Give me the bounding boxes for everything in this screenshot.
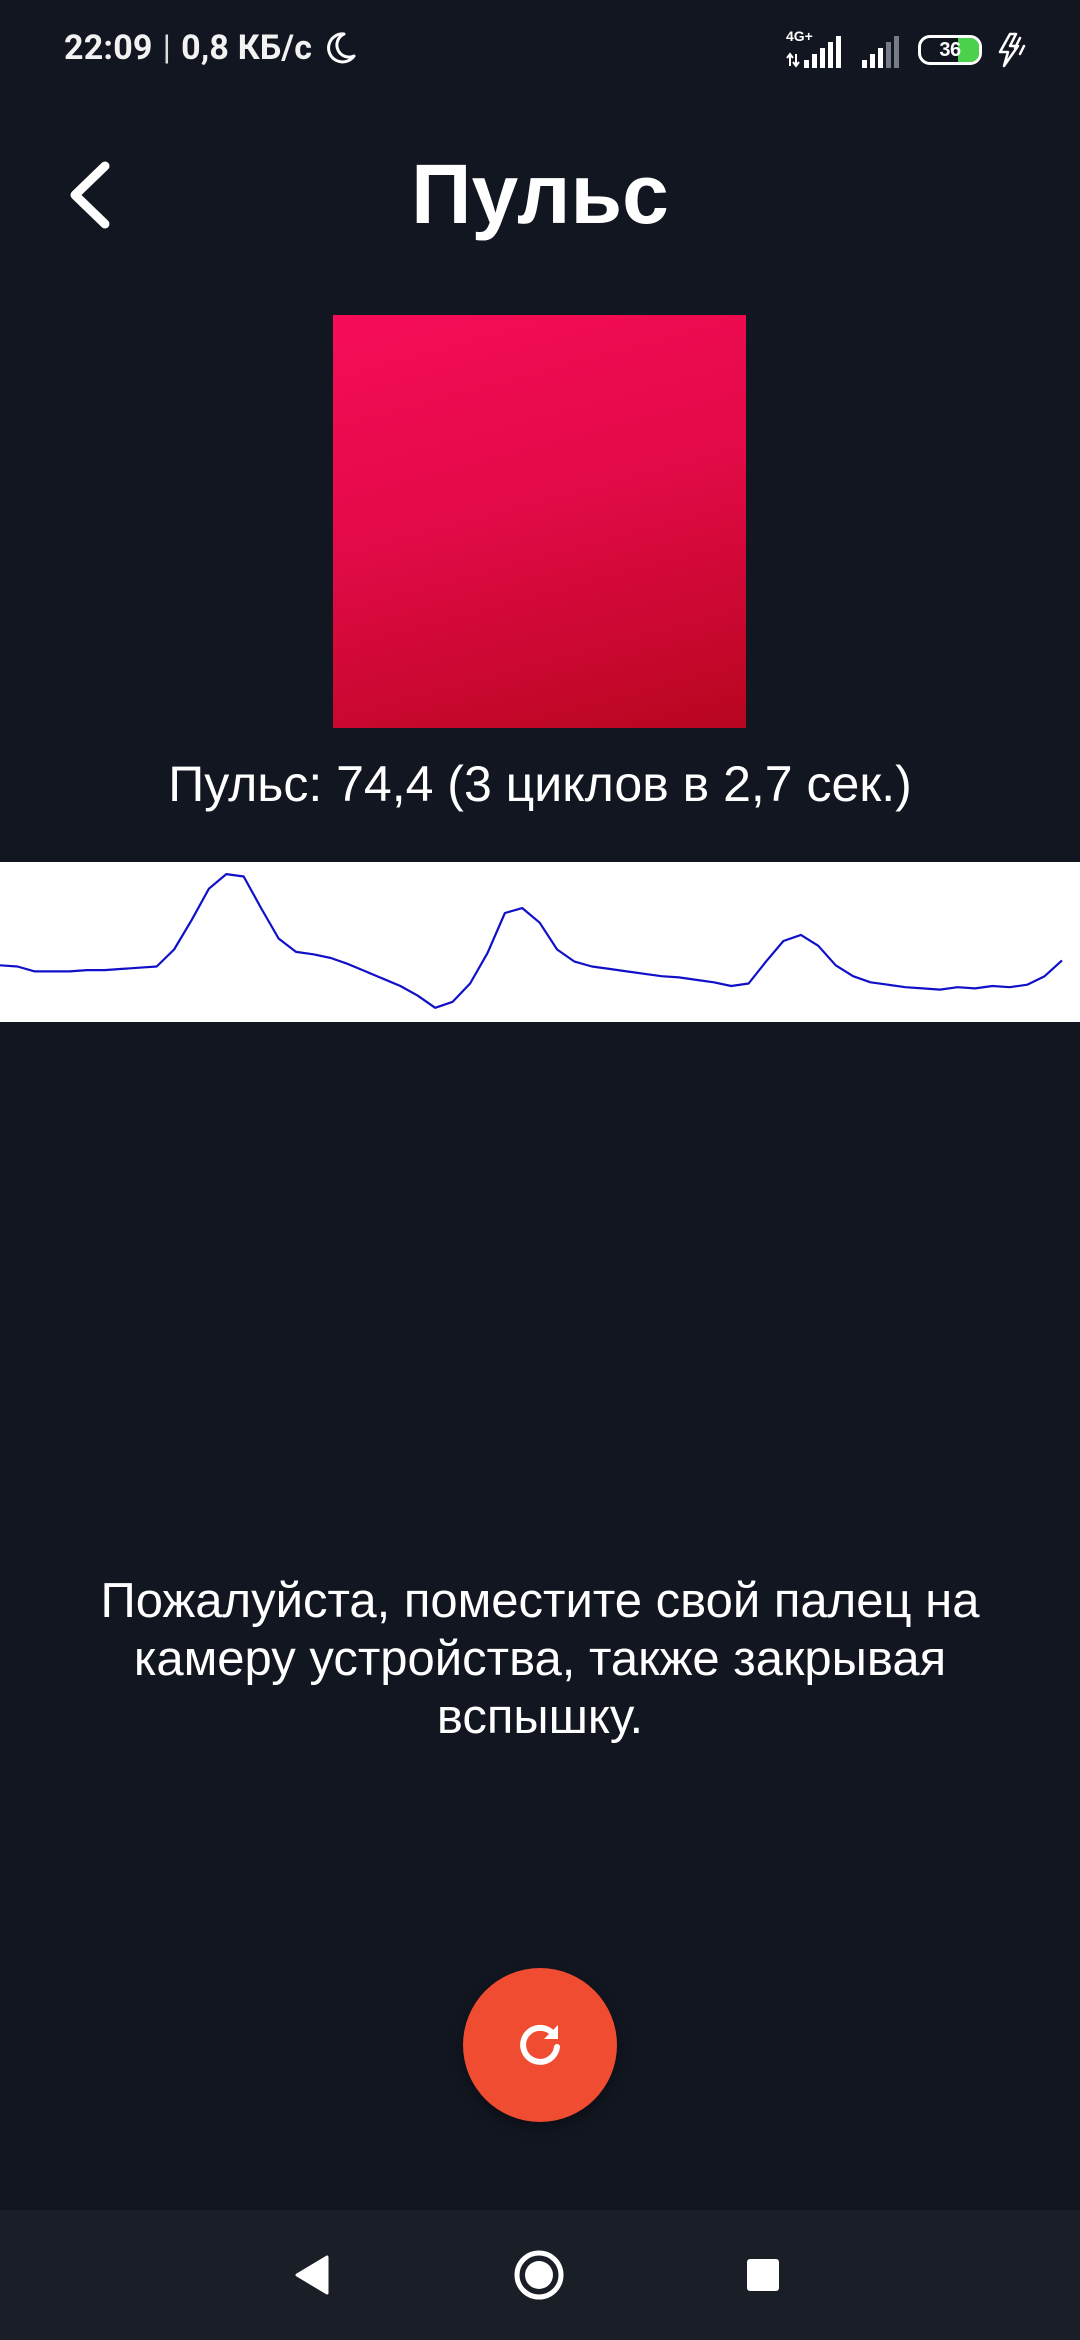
pulse-graph-svg <box>0 873 1063 1009</box>
nav-recents-button[interactable] <box>728 2240 798 2310</box>
pulse-graph <box>0 862 1080 1022</box>
network-speed: 0,8 КБ/с <box>181 28 313 68</box>
refresh-icon <box>514 2019 566 2071</box>
mobile-signal-2-icon <box>860 32 904 68</box>
pulse-screen: 22:09 | 0,8 КБ/с 4G+ 36 Пульс Пульс: 74,… <box>0 0 1080 2340</box>
system-nav-bar <box>0 2210 1080 2340</box>
battery-icon: 36 <box>918 35 982 65</box>
app-header: Пульс <box>0 130 1080 260</box>
nav-recents-square-icon <box>743 2255 783 2295</box>
nav-home-circle-icon <box>512 2248 566 2302</box>
nav-home-button[interactable] <box>504 2240 574 2310</box>
nav-back-triangle-icon <box>293 2253 333 2297</box>
battery-level: 36 <box>939 38 961 61</box>
status-right: 4G+ 36 <box>786 28 1030 70</box>
page-title: Пульс <box>411 147 669 241</box>
status-separator: | <box>162 28 172 68</box>
status-time: 22:09 <box>64 28 153 68</box>
pulse-graph-line <box>0 873 1063 1009</box>
status-bar: 22:09 | 0,8 КБ/с 4G+ 36 <box>0 0 1080 100</box>
instruction-text: Пожалуйста, поместите свой палец на каме… <box>100 1574 980 1744</box>
mobile-signal-1-icon: 4G+ <box>786 28 846 70</box>
restart-button[interactable] <box>463 1968 617 2122</box>
nav-back-button[interactable] <box>278 2240 348 2310</box>
battery-indicator: 36 <box>918 35 982 65</box>
battery-fill <box>958 38 979 62</box>
charging-bolt-icon <box>996 32 1030 68</box>
do-not-disturb-moon-icon <box>322 30 358 66</box>
pulse-reading: Пульс: 74,4 (3 циклов в 2,7 сек.) <box>168 756 912 812</box>
status-left: 22:09 | 0,8 КБ/с <box>64 28 358 68</box>
camera-preview <box>333 315 746 728</box>
